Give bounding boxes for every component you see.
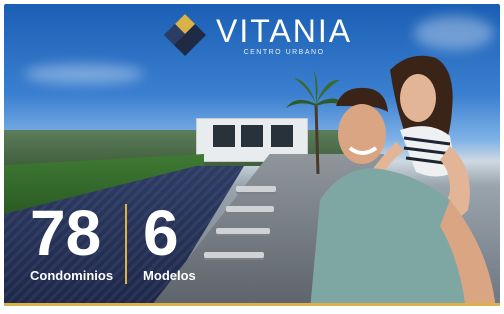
cloud [24, 64, 144, 84]
stat-condominios: 78 Condominios [30, 197, 114, 283]
diamond-logo-icon [164, 14, 206, 56]
brand-name: VITANIA [216, 12, 353, 49]
promo-banner[interactable]: VITANIA CENTRO URBANO 78 Condominios 6 M… [4, 4, 500, 306]
lounger [216, 228, 270, 234]
couple-photo [310, 55, 496, 306]
brand-tagline: CENTRO URBANO [243, 48, 325, 56]
lounger [226, 206, 274, 212]
stat-label: Condominios [30, 268, 114, 283]
accent-strip [4, 303, 500, 306]
lounger [236, 186, 276, 192]
cloud [414, 16, 494, 50]
stat-number: 78 [30, 197, 102, 269]
stat-label: Modelos [143, 268, 196, 283]
stat-modelos: 6 Modelos [143, 197, 196, 283]
lounger [204, 252, 264, 258]
stats-block: 78 Condominios 6 Modelos [30, 197, 196, 284]
brand-logo[interactable]: VITANIA CENTRO URBANO [162, 12, 352, 58]
stat-divider [125, 204, 128, 284]
stat-number: 6 [143, 197, 179, 269]
brand-text: VITANIA CENTRO URBANO [216, 15, 352, 56]
